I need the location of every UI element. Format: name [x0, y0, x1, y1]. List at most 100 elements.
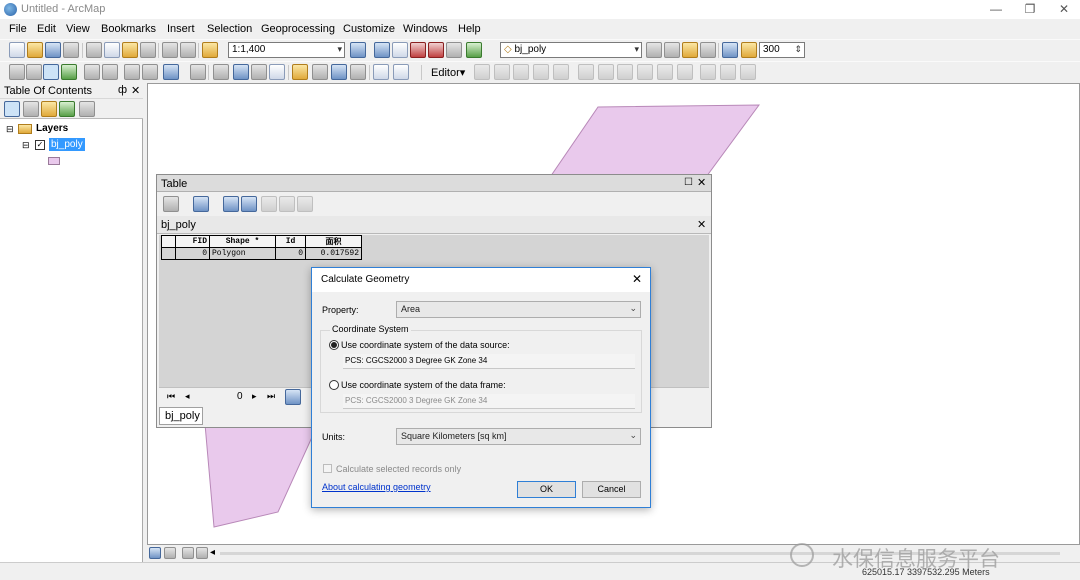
- clear-selection-icon[interactable]: [190, 64, 206, 80]
- new-document-icon[interactable]: [9, 42, 25, 58]
- scale-combo[interactable]: 1:1,400 ▾: [228, 42, 345, 58]
- attribute-table[interactable]: FID Shape * Id 面积 0 Polygon 0 0.017592: [161, 235, 362, 260]
- layers-label[interactable]: Layers: [36, 123, 68, 134]
- fixed-zoom-in-icon[interactable]: [84, 64, 100, 80]
- search-window-icon[interactable]: [446, 42, 462, 58]
- next-record-icon[interactable]: ▸: [252, 391, 257, 402]
- delete-icon[interactable]: [140, 42, 156, 58]
- zoom-out-icon[interactable]: [26, 64, 42, 80]
- last-record-icon[interactable]: ⏭: [267, 391, 275, 402]
- redo-icon[interactable]: [180, 42, 196, 58]
- close-icon[interactable]: ✕: [632, 272, 642, 286]
- add-data-icon[interactable]: [202, 42, 218, 58]
- undo-icon[interactable]: [162, 42, 178, 58]
- cell[interactable]: 0: [275, 247, 306, 260]
- options-icon[interactable]: [79, 101, 95, 117]
- collapse-layers-icon[interactable]: ⊟: [6, 124, 14, 135]
- source-cs-label[interactable]: Use coordinate system of the data source…: [341, 340, 510, 350]
- close-icon[interactable]: ✕: [131, 84, 140, 97]
- paste-icon[interactable]: [122, 42, 138, 58]
- column-header[interactable]: Shape *: [209, 235, 276, 248]
- close-icon[interactable]: ✕: [697, 176, 706, 189]
- close-button[interactable]: ✕: [1054, 2, 1074, 16]
- dialog-titlebar[interactable]: Calculate Geometry ✕: [312, 268, 650, 292]
- scroll-left-icon[interactable]: ◂: [210, 547, 215, 558]
- flicker-icon[interactable]: [700, 42, 716, 58]
- python-icon[interactable]: [428, 42, 444, 58]
- resolution-icon[interactable]: [741, 42, 757, 58]
- identify-icon[interactable]: [233, 64, 249, 80]
- list-by-drawing-order-icon[interactable]: [4, 101, 20, 117]
- menu-windows[interactable]: Windows: [403, 23, 448, 35]
- previous-record-icon[interactable]: ◂: [185, 391, 190, 402]
- pan-icon[interactable]: [43, 64, 59, 80]
- find-route-icon[interactable]: [331, 64, 347, 80]
- bottom-layer-tab[interactable]: bj_poly: [159, 407, 203, 425]
- ok-button[interactable]: OK: [517, 481, 576, 498]
- frame-cs-radio[interactable]: [329, 380, 339, 390]
- list-by-source-icon[interactable]: [23, 101, 39, 117]
- menu-geoprocessing[interactable]: Geoprocessing: [261, 23, 335, 35]
- units-select[interactable]: Square Kilometers [sq km] ⌄: [396, 428, 641, 445]
- copy-icon[interactable]: [104, 42, 120, 58]
- measure-icon[interactable]: [292, 64, 308, 80]
- print-icon[interactable]: [63, 42, 79, 58]
- resolution-input[interactable]: 300 ⇕: [759, 42, 805, 58]
- cell[interactable]: 0.017592: [305, 247, 362, 260]
- find-icon[interactable]: [312, 64, 328, 80]
- related-tables-icon[interactable]: [193, 196, 209, 212]
- menu-file[interactable]: File: [9, 23, 27, 35]
- editor-menu[interactable]: Editor▾: [431, 66, 465, 79]
- layer-name[interactable]: bj_poly: [49, 138, 85, 151]
- column-header[interactable]: Id: [275, 235, 306, 248]
- select-by-attributes-icon[interactable]: [223, 196, 239, 212]
- menu-view[interactable]: View: [66, 23, 90, 35]
- toolbox-icon[interactable]: [410, 42, 426, 58]
- brightness-icon[interactable]: [664, 42, 680, 58]
- back-extent-icon[interactable]: [124, 64, 140, 80]
- table-window-titlebar[interactable]: Table ☐ ✕: [157, 175, 711, 192]
- polygon-symbol-swatch[interactable]: [48, 157, 60, 165]
- table-options-icon[interactable]: [163, 196, 179, 212]
- column-header[interactable]: 面积: [305, 235, 362, 248]
- menu-help[interactable]: Help: [458, 23, 481, 35]
- catalog-icon[interactable]: [392, 42, 408, 58]
- hyperlink-icon[interactable]: [251, 64, 267, 80]
- data-view-icon[interactable]: [149, 547, 161, 559]
- maximize-icon[interactable]: ☐: [684, 177, 693, 188]
- layout-view-icon[interactable]: [164, 547, 176, 559]
- fixed-zoom-out-icon[interactable]: [102, 64, 118, 80]
- save-icon[interactable]: [45, 42, 61, 58]
- georef-icon[interactable]: [722, 42, 738, 58]
- frame-cs-label[interactable]: Use coordinate system of the data frame:: [341, 380, 506, 390]
- cell[interactable]: Polygon: [209, 247, 276, 260]
- contrast-icon[interactable]: [646, 42, 662, 58]
- swipe-icon[interactable]: [682, 42, 698, 58]
- go-to-xy-icon[interactable]: [350, 64, 366, 80]
- record-index[interactable]: 0: [237, 391, 243, 402]
- property-select[interactable]: Area ⌄: [396, 301, 641, 318]
- select-elements-icon[interactable]: [213, 64, 229, 80]
- menu-bookmarks[interactable]: Bookmarks: [101, 23, 156, 35]
- table-row[interactable]: 0 Polygon 0 0.017592: [161, 247, 362, 260]
- zoom-in-icon[interactable]: [9, 64, 25, 80]
- pause-drawing-icon[interactable]: [196, 547, 208, 559]
- select-features-icon[interactable]: [163, 64, 179, 80]
- row-selector[interactable]: [161, 247, 176, 260]
- full-extent-icon[interactable]: [61, 64, 77, 80]
- refresh-icon[interactable]: [182, 547, 194, 559]
- forward-extent-icon[interactable]: [142, 64, 158, 80]
- list-by-selection-icon[interactable]: [59, 101, 75, 117]
- minimize-button[interactable]: —: [986, 2, 1006, 16]
- html-popup-icon[interactable]: [269, 64, 285, 80]
- layer-visibility-checkbox[interactable]: ✓: [35, 140, 45, 150]
- cancel-button[interactable]: Cancel: [582, 481, 641, 498]
- cut-icon[interactable]: [86, 42, 102, 58]
- switch-selection-icon[interactable]: [241, 196, 257, 212]
- show-all-records-icon[interactable]: [285, 389, 301, 405]
- collapse-layer-icon[interactable]: ⊟: [22, 140, 30, 151]
- menu-customize[interactable]: Customize: [343, 23, 395, 35]
- list-by-visibility-icon[interactable]: [41, 101, 57, 117]
- column-header[interactable]: FID: [175, 235, 210, 248]
- maximize-button[interactable]: ❐: [1020, 2, 1040, 16]
